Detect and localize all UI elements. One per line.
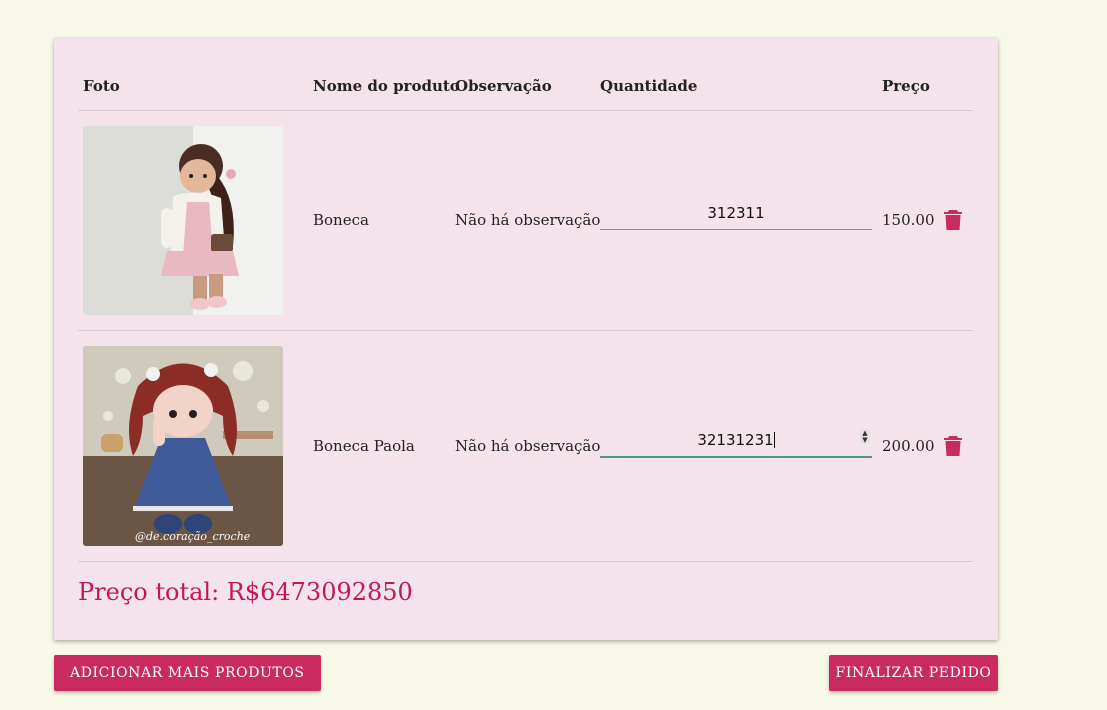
photo-watermark: @de.coração_croche [135, 530, 251, 543]
quantity-value: 312311 [707, 204, 765, 222]
table-row: @de.coração_croche Boneca Paola Não há o… [78, 331, 973, 562]
product-name: Boneca Paola [313, 437, 415, 455]
quantity-input[interactable]: 32131231 ▲ ▼ [600, 428, 872, 458]
total-price: Preço total: R$6473092850 [78, 578, 413, 606]
product-name: Boneca [313, 211, 369, 229]
table-row: Boneca Não há observação 312311 150.00 [78, 111, 973, 331]
product-note: Não há observação [455, 211, 601, 229]
product-photo [83, 126, 283, 315]
header-quantity: Quantidade [600, 77, 698, 95]
header-name: Nome do produto [313, 77, 460, 95]
product-note: Não há observação [455, 437, 601, 455]
doll-photo-icon [83, 126, 283, 315]
table-header: Foto Nome do produto Observação Quantida… [78, 38, 973, 111]
cart-table: Foto Nome do produto Observação Quantida… [78, 38, 973, 562]
header-price: Preço [882, 77, 930, 95]
product-photo: @de.coração_croche [83, 346, 283, 546]
delete-icon[interactable] [944, 210, 962, 230]
delete-icon[interactable] [944, 436, 962, 456]
quantity-stepper[interactable]: ▲ ▼ [860, 430, 870, 444]
quantity-input[interactable]: 312311 [600, 201, 872, 230]
product-price: 200.00 [882, 437, 935, 455]
quantity-value: 32131231 [697, 431, 774, 449]
header-photo: Foto [83, 77, 120, 95]
cart-card: Foto Nome do produto Observação Quantida… [54, 38, 998, 640]
header-note: Observação [455, 77, 552, 95]
finish-order-button[interactable]: FINALIZAR PEDIDO [829, 655, 998, 691]
add-more-products-button[interactable]: ADICIONAR MAIS PRODUTOS [54, 655, 321, 691]
product-price: 150.00 [882, 211, 935, 229]
doll-photo-icon [83, 346, 283, 546]
text-cursor [773, 432, 775, 448]
